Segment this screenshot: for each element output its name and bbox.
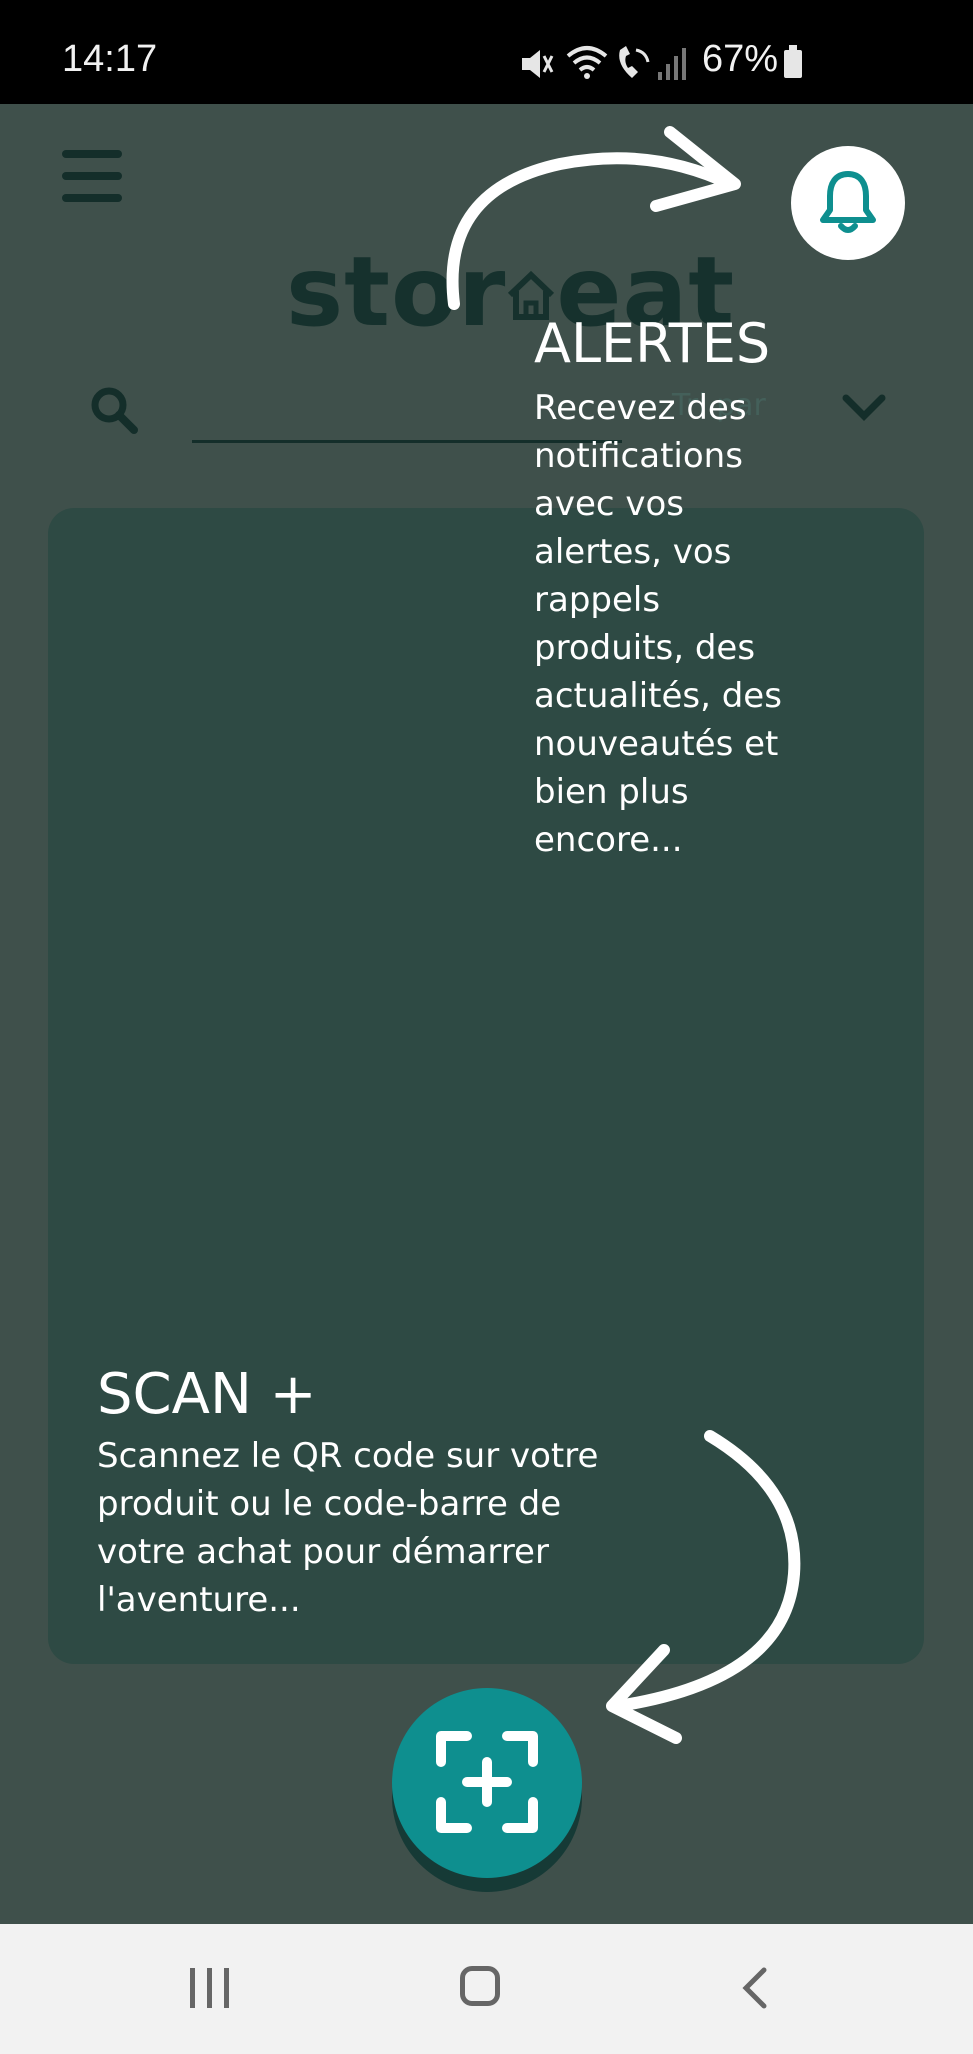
hamburger-menu-icon[interactable] (62, 150, 122, 202)
scan-plus-icon (436, 1731, 538, 1833)
alerts-description: Recevez des notifications avec vos alert… (534, 388, 782, 860)
signal-icon (658, 48, 686, 80)
bell-icon (820, 171, 876, 233)
scan-description: Scannez le QR code sur votre produit ou … (97, 1436, 599, 1620)
battery-percent: 67% (702, 38, 779, 80)
mute-icon (522, 50, 554, 78)
home-icon[interactable] (460, 1966, 500, 2006)
system-nav-bar (0, 1924, 973, 2054)
wifi-calling-icon (619, 46, 650, 78)
scan-button[interactable] (392, 1688, 582, 1878)
back-icon[interactable] (740, 1966, 770, 2010)
status-time: 14:17 (62, 38, 158, 80)
wifi-icon (566, 46, 608, 79)
alerts-title: ALERTES (534, 312, 771, 375)
scan-title: SCAN + (97, 1362, 317, 1427)
arrow-to-bell-icon (446, 126, 741, 310)
recent-apps-icon[interactable] (188, 1968, 232, 2008)
notifications-button[interactable] (791, 146, 905, 260)
arrow-to-scan-icon (606, 1430, 801, 1744)
chevron-down-icon[interactable] (842, 392, 886, 422)
search-icon[interactable] (88, 384, 140, 436)
battery-icon (784, 45, 802, 78)
status-bar: 14:17 67% (0, 0, 973, 104)
